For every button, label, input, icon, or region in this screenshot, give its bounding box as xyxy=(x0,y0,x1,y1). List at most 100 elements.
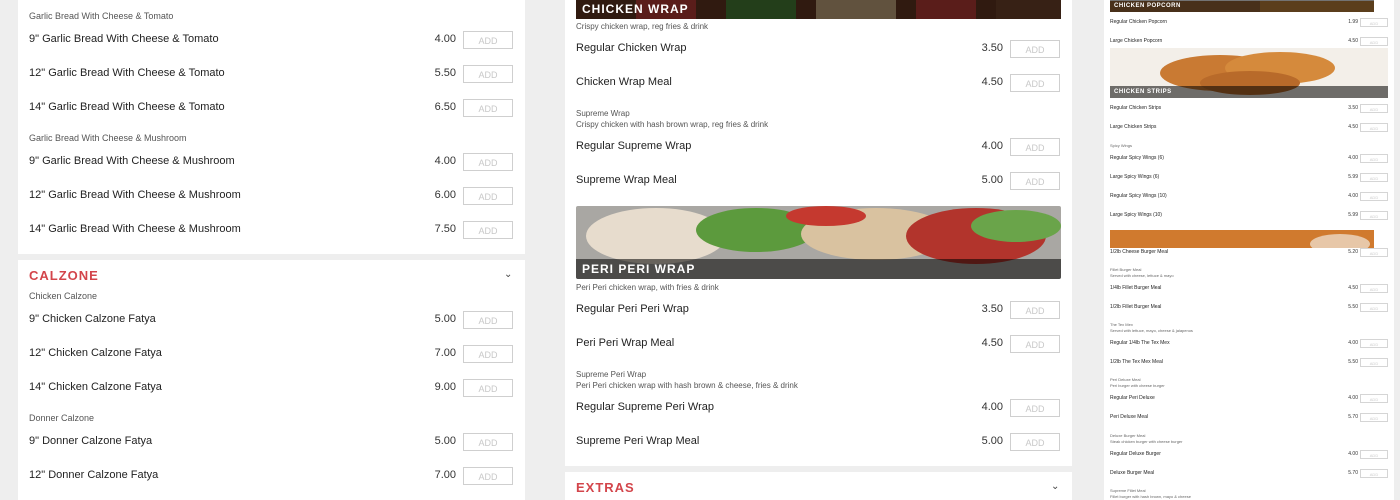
add-button[interactable]: ADD xyxy=(1010,301,1060,319)
subheading-supreme-peri-wrap: Supreme Peri Wrap xyxy=(576,370,647,379)
item-price: 4.00 xyxy=(434,33,456,45)
add-button[interactable]: ADD xyxy=(1360,192,1388,201)
item-description: Steak chicken burger with cheese burger xyxy=(1110,439,1183,444)
add-button[interactable]: ADD xyxy=(1360,248,1388,257)
add-button[interactable]: ADD xyxy=(1010,335,1060,353)
item-price: 3.50 xyxy=(981,42,1003,54)
item-name: 12" Donner Calzone Fatya xyxy=(29,469,159,481)
add-button[interactable]: ADD xyxy=(1360,413,1388,422)
add-button[interactable]: ADD xyxy=(1360,104,1388,113)
subheading-deluxe-burger: Deluxe Burger Meal xyxy=(1110,433,1146,438)
add-button[interactable]: ADD xyxy=(1360,450,1388,459)
item-name: 12" Chicken Calzone Fatya xyxy=(29,347,162,359)
add-button[interactable]: ADD xyxy=(1010,40,1060,58)
item-name: 1/4lb Fillet Burger Meal xyxy=(1110,285,1162,291)
item-name: Large Spicy Wings (6) xyxy=(1110,174,1160,180)
item-price: 3.50 xyxy=(981,303,1003,315)
menu-column-middle: CHICKEN WRAP Crispy chicken wrap, reg fr… xyxy=(543,0,1090,500)
add-button[interactable]: ADD xyxy=(1010,74,1060,92)
add-button[interactable]: ADD xyxy=(463,467,513,485)
add-button[interactable]: ADD xyxy=(463,153,513,171)
add-button[interactable]: ADD xyxy=(1010,399,1060,417)
item-name: Peri Peri Wrap Meal xyxy=(576,337,675,349)
chicken-popcorn-banner: CHICKEN POPCORN xyxy=(1110,0,1374,12)
item-name: Large Spicy Wings (10) xyxy=(1110,212,1162,218)
add-button[interactable]: ADD xyxy=(1360,37,1388,46)
add-button[interactable]: ADD xyxy=(1360,173,1388,182)
extras-card: EXTRAS ⌄ xyxy=(565,472,1072,500)
item-name: 1/2lb The Tex Mex Meal xyxy=(1110,359,1163,365)
subheading-chicken-calzone: Chicken Calzone xyxy=(29,291,98,301)
add-button[interactable]: ADD xyxy=(1010,172,1060,190)
add-button[interactable]: ADD xyxy=(463,65,513,83)
peri-peri-wrap-banner: PERI PERI WRAP xyxy=(576,206,1061,279)
item-name: Regular Spicy Wings (6) xyxy=(1110,155,1164,161)
add-button[interactable]: ADD xyxy=(463,433,513,451)
item-price: 5.70 xyxy=(1348,470,1358,476)
chicken-sides-card: CHICKEN POPCORN Regular Chicken Popcorn … xyxy=(1104,0,1394,248)
add-button[interactable]: ADD xyxy=(1010,433,1060,451)
item-price: 4.00 xyxy=(981,140,1003,152)
item-name: Regular Chicken Popcorn xyxy=(1110,19,1167,25)
item-description: Crispy chicken wrap, reg fries & drink xyxy=(576,22,709,31)
chevron-down-icon[interactable]: ⌄ xyxy=(504,269,512,280)
item-price: 4.50 xyxy=(981,76,1003,88)
item-name: Chicken Wrap Meal xyxy=(576,76,672,88)
item-price: 5.20 xyxy=(1348,249,1358,255)
add-button[interactable]: ADD xyxy=(1360,123,1388,132)
item-name: 14" Garlic Bread With Cheese & Tomato xyxy=(29,101,225,113)
category-title-extras[interactable]: EXTRAS xyxy=(576,480,635,495)
item-name: Peri Deluxe Meal xyxy=(1110,414,1149,420)
item-price: 5.50 xyxy=(434,67,456,79)
add-button[interactable]: ADD xyxy=(463,187,513,205)
chevron-down-icon[interactable]: ⌄ xyxy=(1051,481,1059,492)
add-button[interactable]: ADD xyxy=(1360,154,1388,163)
item-price: 7.50 xyxy=(434,223,456,235)
add-button[interactable]: ADD xyxy=(1360,211,1388,220)
item-name: Deluxe Burger Meal xyxy=(1110,470,1155,476)
item-price: 9.00 xyxy=(434,381,456,393)
add-button[interactable]: ADD xyxy=(463,99,513,117)
add-button[interactable]: ADD xyxy=(463,379,513,397)
subheading-donner-calzone: Donner Calzone xyxy=(29,413,95,423)
subheading-spicy-wings: Spicy Wings xyxy=(1110,143,1133,148)
item-price: 4.00 xyxy=(981,401,1003,413)
add-button[interactable]: ADD xyxy=(1360,469,1388,478)
add-button[interactable]: ADD xyxy=(1360,18,1388,27)
item-description: Peri Peri chicken wrap with hash brown &… xyxy=(576,381,798,390)
subheading-supreme-fillet: Supreme Fillet Meal xyxy=(1110,488,1146,493)
item-price: 5.99 xyxy=(1348,174,1358,180)
item-name: 12" Garlic Bread With Cheese & Mushroom xyxy=(29,189,241,201)
subheading-tex-mex: The Tex Mex xyxy=(1110,322,1133,327)
item-name: Large Chicken Strips xyxy=(1110,124,1157,130)
item-name: Regular Supreme Peri Wrap xyxy=(576,401,714,413)
add-button[interactable]: ADD xyxy=(463,345,513,363)
add-button[interactable]: ADD xyxy=(1360,339,1388,348)
item-description: Served with lettuce, mayo, cheese & jala… xyxy=(1110,328,1193,333)
menu-column-right: CHICKEN POPCORN Regular Chicken Popcorn … xyxy=(1090,0,1400,500)
item-description: Crispy chicken with hash brown wrap, reg… xyxy=(576,120,769,129)
banner-label: CHICKEN STRIPS xyxy=(1110,86,1388,98)
item-name: Regular Spicy Wings (10) xyxy=(1110,193,1167,199)
item-name: Regular Peri Deluxe xyxy=(1110,395,1155,401)
category-title-calzone[interactable]: CALZONE xyxy=(29,268,99,283)
item-name: Large Chicken Popcorn xyxy=(1110,38,1163,44)
add-button[interactable]: ADD xyxy=(1360,284,1388,293)
subheading-fillet-burger: Fillet Burger Meal xyxy=(1110,267,1142,272)
add-button[interactable]: ADD xyxy=(1360,358,1388,367)
wings-image xyxy=(1110,230,1374,248)
add-button[interactable]: ADD xyxy=(463,31,513,49)
item-name: 1/2lb Cheese Burger Meal xyxy=(1110,249,1169,255)
wings-banner xyxy=(1110,230,1374,248)
add-button[interactable]: ADD xyxy=(463,221,513,239)
subheading-supreme-wrap: Supreme Wrap xyxy=(576,109,630,118)
item-name: Regular 1/4lb The Tex Mex xyxy=(1110,340,1170,346)
item-name: 9" Garlic Bread With Cheese & Mushroom xyxy=(29,155,235,167)
banner-label: PERI PERI WRAP xyxy=(576,259,1061,279)
item-name: 12" Garlic Bread With Cheese & Tomato xyxy=(29,67,225,79)
add-button[interactable]: ADD xyxy=(1010,138,1060,156)
add-button[interactable]: ADD xyxy=(1360,394,1388,403)
add-button[interactable]: ADD xyxy=(463,311,513,329)
item-price: 6.50 xyxy=(434,101,456,113)
add-button[interactable]: ADD xyxy=(1360,303,1388,312)
